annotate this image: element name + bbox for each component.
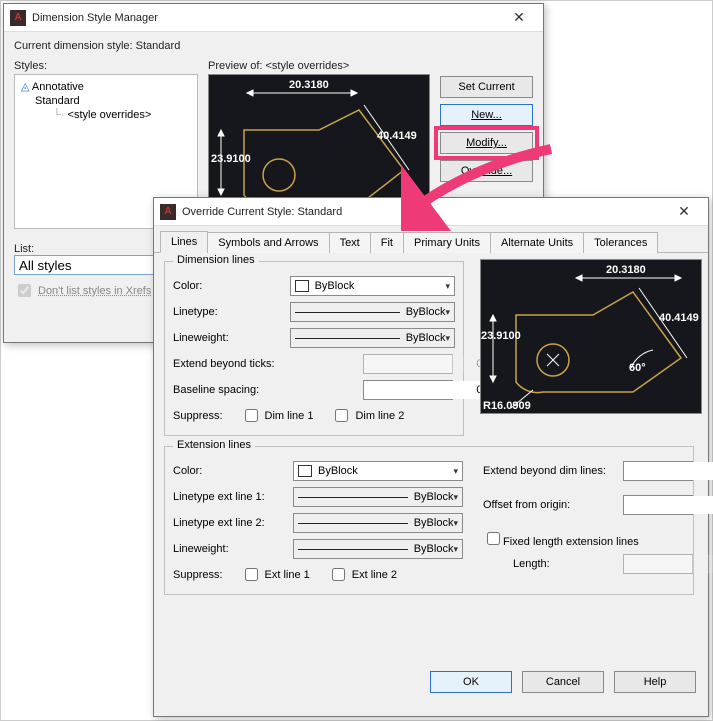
tree-branch-icon: └· <box>53 109 64 121</box>
tree-item-overrides[interactable]: └· <style overrides> <box>21 108 191 122</box>
tab-symbols[interactable]: Symbols and Arrows <box>207 232 329 253</box>
el-extend-beyond-spinner[interactable]: ▲▼ <box>623 461 693 481</box>
dim-mgr-title: Dimension Style Manager <box>32 12 501 24</box>
tab-primary[interactable]: Primary Units <box>403 232 491 253</box>
extension-lines-legend: Extension lines <box>173 439 255 451</box>
ov-dim-radius: R16.0909 <box>483 400 531 412</box>
override-title: Override Current Style: Standard <box>182 206 666 218</box>
chevron-down-icon: ▾ <box>453 518 458 529</box>
modify-button[interactable]: Modify... <box>440 132 533 154</box>
ov-dim-angle: 60° <box>629 362 646 374</box>
color-swatch-icon <box>298 465 312 477</box>
el-extend-beyond-label: Extend beyond dim lines: <box>483 465 623 477</box>
preview-dim-diag: 40.4149 <box>377 130 417 142</box>
set-current-button[interactable]: Set Current <box>440 76 533 98</box>
dl-baseline-spinner[interactable]: ▲▼ <box>363 380 453 400</box>
chevron-down-icon: ▾ <box>445 333 450 344</box>
annotative-icon: ◬ <box>21 81 29 93</box>
el-lw-label: Lineweight: <box>173 543 293 555</box>
chevron-down-icon: ▾ <box>453 492 458 503</box>
el-suppress1-checkbox[interactable] <box>245 568 258 581</box>
el-extend-beyond-input[interactable] <box>624 462 713 480</box>
dl-color-combo[interactable]: ByBlock ▾ <box>290 276 455 296</box>
ok-button[interactable]: OK <box>430 671 512 693</box>
el-offset-spinner[interactable]: ▲▼ <box>623 495 693 515</box>
app-icon: A <box>10 10 26 26</box>
preview-dim-top: 20.3180 <box>289 79 329 91</box>
override-button[interactable]: Override... <box>440 160 533 182</box>
el-suppress-label: Suppress: <box>173 569 223 581</box>
tab-alternate[interactable]: Alternate Units <box>490 232 584 253</box>
new-button[interactable]: New... <box>440 104 533 126</box>
override-body: Dimension lines Color: ByBlock ▾ Linetyp… <box>154 253 708 703</box>
tab-text[interactable]: Text <box>329 232 371 253</box>
el-lt2-combo[interactable]: ByBlock ▾ <box>293 513 463 533</box>
el-length-spinner: ▲▼ <box>623 554 693 574</box>
extension-lines-group: Extension lines Color: ByBlock ▾ Linetyp… <box>164 446 694 595</box>
el-offset-input[interactable] <box>624 496 713 514</box>
dl-baseline-label: Baseline spacing: <box>173 384 363 396</box>
override-footer: OK Cancel Help <box>430 671 696 693</box>
line-sample-icon <box>298 549 408 550</box>
el-offset-label: Offset from origin: <box>483 499 623 511</box>
styles-label: Styles: <box>14 60 198 72</box>
tab-fit[interactable]: Fit <box>370 232 404 253</box>
el-color-label: Color: <box>173 465 293 477</box>
dl-suppress2-checkbox[interactable] <box>335 409 348 422</box>
dl-lineweight-combo[interactable]: ByBlock ▾ <box>290 328 455 348</box>
tree-item-standard[interactable]: Standard <box>21 94 191 108</box>
preview-label: Preview of: <style overrides> <box>208 60 430 72</box>
tree-item-annotative[interactable]: ◬ Annotative <box>21 79 191 94</box>
el-length-label: Length: <box>513 558 623 570</box>
help-button[interactable]: Help <box>614 671 696 693</box>
el-color-combo[interactable]: ByBlock ▾ <box>293 461 463 481</box>
line-sample-icon <box>295 312 400 313</box>
cancel-button[interactable]: Cancel <box>522 671 604 693</box>
current-style-label: Current dimension style: Standard <box>14 40 533 52</box>
el-fixed-length-checkbox[interactable] <box>487 532 500 545</box>
dl-extend-ticks-spinner: ▲▼ <box>363 354 453 374</box>
preview-dim-left: 23.9100 <box>211 153 251 165</box>
ov-dim-left: 23.9100 <box>481 330 521 342</box>
close-icon[interactable]: ✕ <box>501 4 537 31</box>
dl-linetype-combo[interactable]: ByBlock ▾ <box>290 302 455 322</box>
dimension-lines-legend: Dimension lines <box>173 254 259 266</box>
dl-extend-ticks-label: Extend beyond ticks: <box>173 358 363 370</box>
ov-dim-top: 20.3180 <box>606 264 646 276</box>
dont-list-xrefs-checkbox <box>18 284 31 297</box>
dimension-lines-group: Dimension lines Color: ByBlock ▾ Linetyp… <box>164 261 464 436</box>
dl-lineweight-label: Lineweight: <box>173 332 290 344</box>
line-sample-icon <box>298 497 408 498</box>
override-preview-panel: 20.3180 23.9100 40.4149 60° R16.0909 <box>480 259 702 414</box>
app-icon: A <box>160 204 176 220</box>
dim-mgr-titlebar: A Dimension Style Manager ✕ <box>4 4 543 32</box>
el-lt1-label: Linetype ext line 1: <box>173 491 293 503</box>
dont-list-xrefs-label: Don't list styles in Xrefs <box>38 285 151 297</box>
el-length-input <box>624 555 713 573</box>
dl-linetype-label: Linetype: <box>173 306 290 318</box>
el-lw-combo[interactable]: ByBlock ▾ <box>293 539 463 559</box>
tab-tolerances[interactable]: Tolerances <box>583 232 658 253</box>
override-dialog-window: A Override Current Style: Standard ✕ Lin… <box>153 197 709 717</box>
override-titlebar: A Override Current Style: Standard ✕ <box>154 198 708 226</box>
tab-lines[interactable]: Lines <box>160 231 208 253</box>
chevron-down-icon: ▾ <box>445 307 450 318</box>
el-lt1-combo[interactable]: ByBlock ▾ <box>293 487 463 507</box>
close-icon[interactable]: ✕ <box>666 198 702 225</box>
el-lt2-label: Linetype ext line 2: <box>173 517 293 529</box>
color-swatch-icon <box>295 280 309 292</box>
chevron-down-icon: ▾ <box>453 466 458 477</box>
el-suppress2-checkbox[interactable] <box>332 568 345 581</box>
ov-dim-diag: 40.4149 <box>659 312 699 324</box>
dl-suppress1-checkbox[interactable] <box>245 409 258 422</box>
dl-suppress-label: Suppress: <box>173 410 223 422</box>
dl-color-label: Color: <box>173 280 290 292</box>
line-sample-icon <box>295 338 400 339</box>
chevron-down-icon: ▾ <box>445 281 450 292</box>
override-tabs: Lines Symbols and Arrows Text Fit Primar… <box>154 230 708 253</box>
line-sample-icon <box>298 523 408 524</box>
chevron-down-icon: ▾ <box>453 544 458 555</box>
